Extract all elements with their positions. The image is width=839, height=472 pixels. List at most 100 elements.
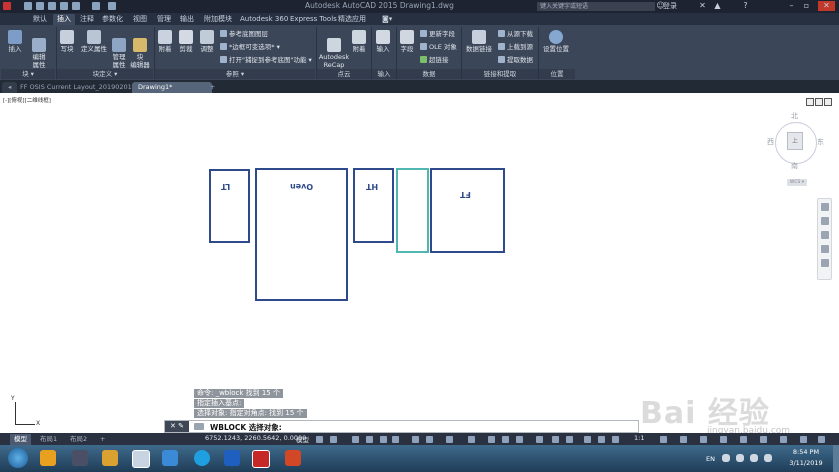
layout-tab-1[interactable]: 布局1 [36, 434, 61, 445]
extract-data-button[interactable]: 提取数据 [498, 56, 533, 64]
lineweight-icon[interactable] [468, 436, 475, 443]
volume-icon[interactable] [764, 454, 772, 462]
grid-icon[interactable] [316, 436, 323, 443]
attach-reference-button[interactable]: 附着 [156, 30, 174, 53]
upload-to-source-button[interactable]: 上载到源 [498, 43, 533, 51]
hyperlink-button[interactable]: 超链接 [420, 56, 449, 64]
underlay-layers-button[interactable]: 参考底图图层 [220, 30, 268, 38]
annotation-monitor-icon[interactable] [680, 436, 687, 443]
viewport-restore-button[interactable] [815, 98, 823, 106]
tab-default[interactable]: 默认 [33, 14, 47, 25]
download-from-source-button[interactable]: 从源下载 [498, 30, 533, 38]
search-input[interactable]: 键入关键字或短语 [537, 2, 655, 11]
block-rect-ft[interactable] [430, 168, 505, 253]
viewport-close-button[interactable] [824, 98, 832, 106]
adjust-button[interactable]: 调整 [198, 30, 216, 53]
update-fields-button[interactable]: 更新字段 [420, 30, 455, 38]
ribbon-toggle-icon[interactable]: ◙▾ [382, 14, 392, 25]
tab-insert[interactable]: 插入 [53, 14, 75, 25]
infer-constraints-icon[interactable] [352, 436, 359, 443]
recap-button[interactable]: Autodesk ReCap [318, 30, 350, 69]
save-as-icon[interactable] [60, 2, 68, 10]
powerpoint-icon[interactable] [285, 450, 301, 466]
annotation-visibility-icon[interactable] [584, 436, 591, 443]
show-desktop-button[interactable] [833, 445, 839, 472]
3d-osnap-icon[interactable] [516, 436, 523, 443]
save-icon[interactable] [48, 2, 56, 10]
ortho-icon[interactable] [380, 436, 387, 443]
language-indicator[interactable]: EN [706, 455, 715, 463]
redo-icon[interactable] [108, 2, 116, 10]
clock-date[interactable]: 3/11/2019 [780, 459, 832, 467]
snap-mode-icon[interactable] [330, 436, 337, 443]
start-button[interactable] [8, 448, 28, 468]
selection-filter-icon[interactable] [552, 436, 559, 443]
explorer-icon[interactable] [102, 450, 118, 466]
tab-addins[interactable]: 附加模块 [204, 14, 232, 25]
close-button[interactable]: ✕ [818, 1, 835, 11]
block-rect-selected[interactable] [396, 168, 429, 253]
help-icon[interactable]: ? [740, 1, 751, 11]
viewport-controls[interactable]: [-][俯视][二维线框] [3, 96, 51, 104]
tab-output[interactable]: 输出 [180, 14, 194, 25]
set-location-button[interactable]: 设置位置 [541, 30, 571, 53]
snap-underlay-dropdown[interactable]: 打开"捕捉到参考底图"功能 ▾ [220, 56, 312, 64]
viewport-minimize-button[interactable] [806, 98, 814, 106]
new-file-icon[interactable] [24, 2, 32, 10]
program-icon[interactable] [72, 450, 88, 466]
object-snap-tracking-icon[interactable] [426, 436, 433, 443]
print-icon[interactable] [72, 2, 80, 10]
doc-tab-active[interactable]: Drawing1* [132, 82, 212, 93]
customization-icon[interactable] [818, 436, 825, 443]
command-line-close-icon[interactable]: ✕ ✎ [165, 421, 189, 432]
app-menu-icon[interactable] [3, 2, 11, 10]
isodraft-icon[interactable] [412, 436, 419, 443]
hardware-acceleration-icon[interactable] [780, 436, 787, 443]
import-button[interactable]: 输入 [374, 30, 392, 53]
annotation-scale-icon[interactable] [612, 436, 619, 443]
edit-attribute-button[interactable]: 编辑 属性 [27, 30, 51, 69]
gizmo-icon[interactable] [566, 436, 573, 443]
zoom-icon[interactable] [821, 231, 829, 239]
auto-scale-icon[interactable] [598, 436, 605, 443]
viewcube-top-face[interactable]: 上 [787, 132, 803, 150]
showmotion-icon[interactable] [821, 259, 829, 267]
selection-cycling-icon[interactable] [502, 436, 509, 443]
object-snap-icon[interactable] [446, 436, 453, 443]
network-icon[interactable] [750, 454, 758, 462]
field-button[interactable]: 字段 [398, 30, 416, 53]
internet-explorer-icon[interactable] [162, 450, 178, 466]
tab-annotate[interactable]: 注释 [80, 14, 94, 25]
polar-tracking-icon[interactable] [392, 436, 399, 443]
autocad-icon[interactable] [252, 450, 270, 468]
tab-a360[interactable]: Autodesk 360 [240, 14, 288, 25]
lock-ui-icon[interactable] [740, 436, 747, 443]
skype-icon[interactable] [194, 450, 210, 466]
layout-tab-2[interactable]: 布局2 [66, 434, 91, 445]
quick-properties-icon[interactable] [720, 436, 727, 443]
login-link[interactable]: 登录 [663, 1, 677, 11]
viewcube-south[interactable]: 南 [791, 161, 798, 171]
ole-object-button[interactable]: OLE 对象 [420, 43, 457, 51]
insert-block-button[interactable]: 插入 [5, 30, 25, 53]
workspace-switch-icon[interactable] [660, 436, 667, 443]
block-editor-button[interactable]: 块 编辑器 [129, 30, 151, 69]
doc-tab[interactable]: FF OSIS Current Layout_20190201* [14, 82, 141, 93]
block-rect-lt[interactable] [209, 169, 250, 243]
clip-button[interactable]: 剪裁 [177, 30, 195, 53]
tab-view[interactable]: 视图 [133, 14, 147, 25]
tab-parametric[interactable]: 参数化 [102, 14, 123, 25]
open-file-icon[interactable] [36, 2, 44, 10]
isolate-objects-icon[interactable] [760, 436, 767, 443]
manage-attribute-button[interactable]: 管理 属性 [110, 30, 128, 69]
clock-time[interactable]: 8:54 PM [780, 448, 832, 456]
annotation-scale[interactable]: 1:1 [634, 434, 644, 442]
viewcube-west[interactable]: 西 [767, 137, 774, 147]
viewcube-north[interactable]: 北 [791, 111, 798, 121]
viewcube-east[interactable]: 东 [817, 137, 824, 147]
define-attribute-button[interactable]: 定义属性 [80, 30, 108, 53]
group-title-reference[interactable]: 参照 ▾ [155, 69, 315, 79]
tray-expand-icon[interactable] [722, 454, 730, 462]
wcs-menu[interactable]: WCS ▾ [787, 179, 807, 186]
file-manager-icon[interactable] [132, 450, 150, 468]
